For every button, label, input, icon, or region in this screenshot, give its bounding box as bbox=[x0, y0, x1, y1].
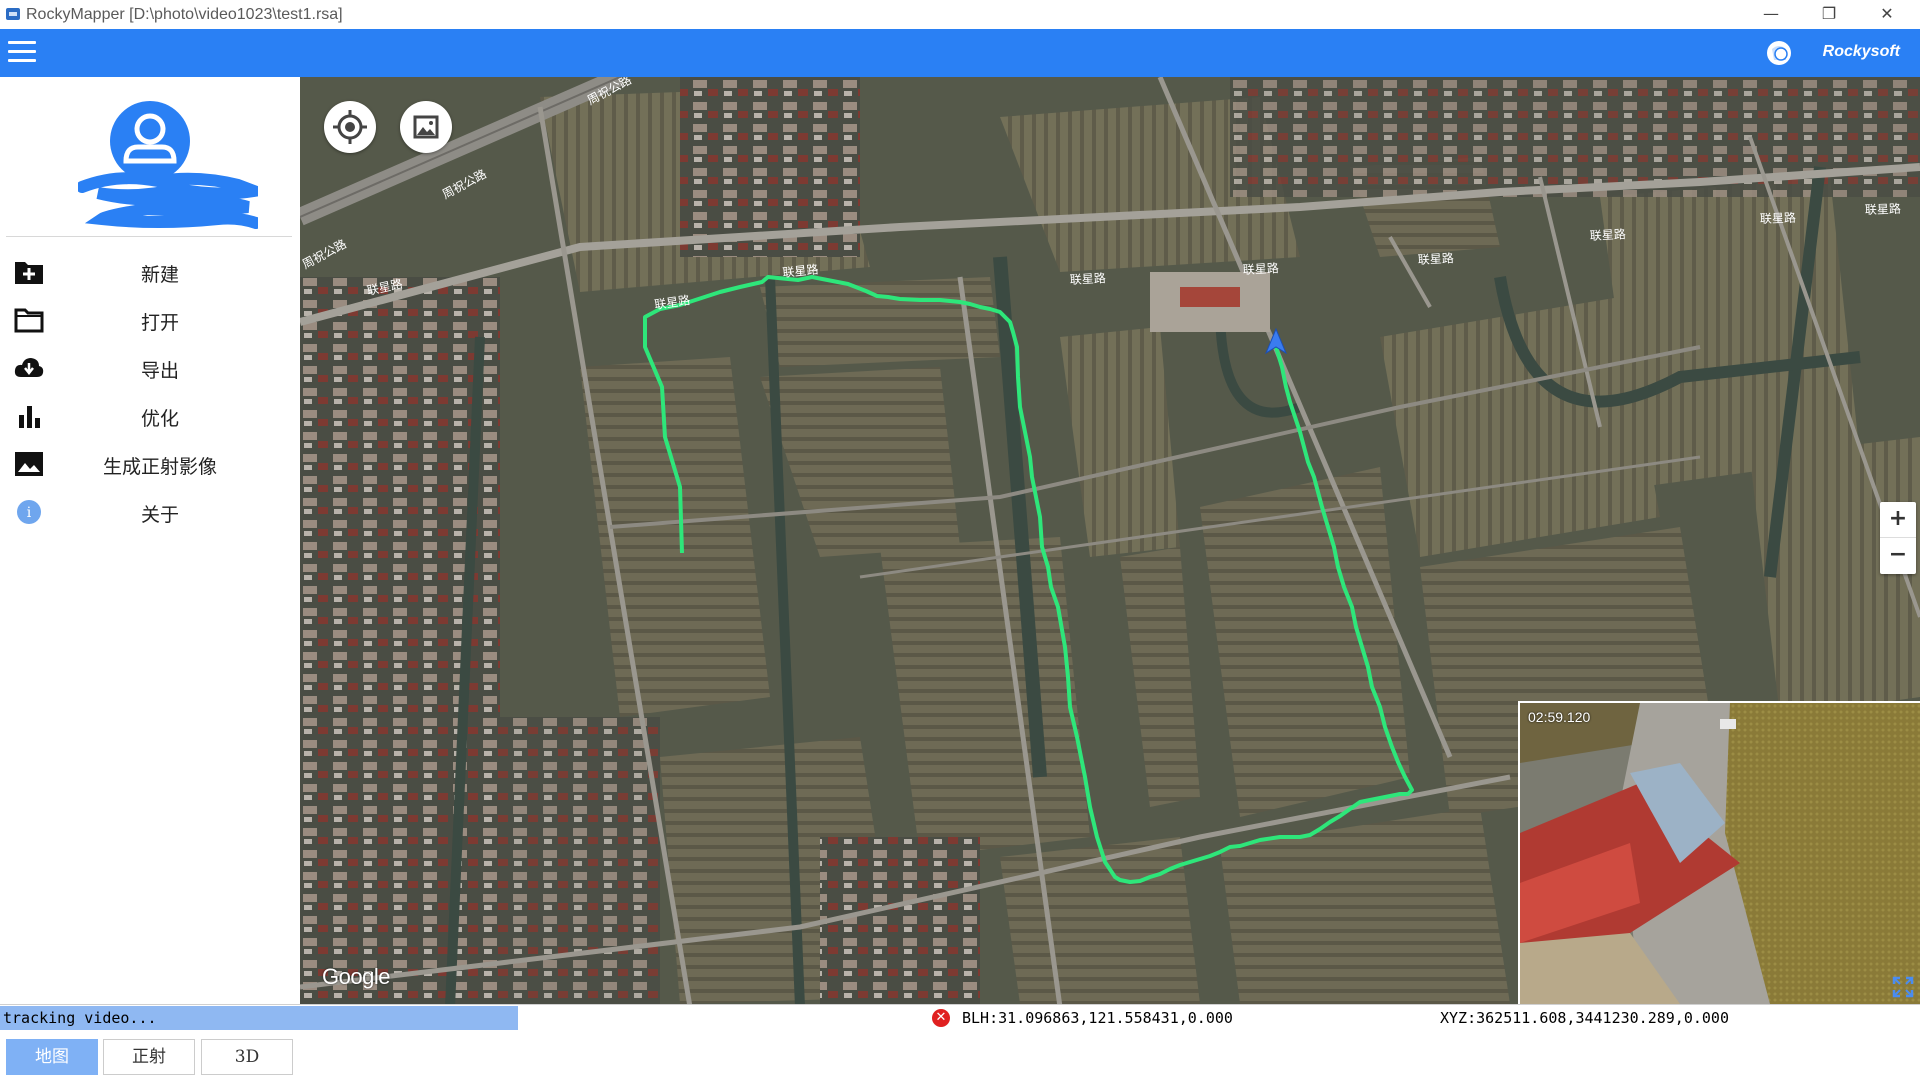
folder-icon bbox=[14, 308, 44, 333]
tab-map[interactable]: 地图 bbox=[6, 1039, 98, 1075]
bar-chart-icon bbox=[19, 406, 40, 428]
sidebar-item-label: 生成正射影像 bbox=[102, 456, 217, 478]
tab-3d[interactable]: 3D bbox=[201, 1039, 293, 1075]
sidebar-item-open[interactable]: 打开 bbox=[0, 295, 300, 343]
hamburger-menu-icon[interactable] bbox=[8, 41, 38, 63]
restore-button[interactable]: ❐ bbox=[1806, 0, 1852, 29]
sidebar: 新建 打开 导出 优化 生成正射影像 i 关于 地图 正射 3D bbox=[0, 77, 301, 1075]
image-icon bbox=[15, 452, 43, 476]
status-message: tracking video... bbox=[3, 1009, 157, 1027]
fullscreen-icon[interactable] bbox=[1892, 976, 1914, 998]
svg-text:i: i bbox=[27, 505, 32, 521]
add-folder-icon bbox=[15, 262, 43, 284]
blh-coordinates: BLH:31.096863,121.558431,0.000 bbox=[962, 1009, 1233, 1027]
rockysoft-logo-icon bbox=[1767, 41, 1791, 65]
info-icon: i bbox=[17, 500, 41, 524]
video-preview[interactable]: 02:59.120 bbox=[1518, 701, 1920, 1004]
xyz-coordinates: XYZ:362511.608,3441230.289,0.000 bbox=[1440, 1009, 1729, 1027]
redaction-scribble bbox=[78, 172, 258, 229]
status-bar: tracking video... ✕ BLH:31.096863,121.55… bbox=[0, 1004, 1920, 1031]
crosshair-icon bbox=[333, 110, 367, 144]
close-button[interactable]: ✕ bbox=[1864, 0, 1910, 29]
image-layer-button[interactable] bbox=[400, 101, 452, 153]
locate-button[interactable] bbox=[324, 101, 376, 153]
sidebar-item-new[interactable]: 新建 bbox=[0, 247, 300, 295]
zoom-out-button[interactable]: − bbox=[1880, 538, 1916, 573]
sidebar-item-export[interactable]: 导出 bbox=[0, 343, 300, 391]
sidebar-item-generate-ortho[interactable]: 生成正射影像 bbox=[0, 439, 300, 487]
cloud-download-icon bbox=[14, 358, 44, 377]
sidebar-item-label: 关于 bbox=[140, 504, 179, 526]
window-title-bar: RockyMapper [D:\photo\video1023\test1.rs… bbox=[0, 0, 1920, 29]
user-avatar[interactable] bbox=[78, 91, 258, 231]
video-timestamp: 02:59.120 bbox=[1528, 709, 1591, 725]
tab-ortho[interactable]: 正射 bbox=[103, 1039, 195, 1075]
sidebar-item-optimize[interactable]: 优化 bbox=[0, 391, 300, 439]
google-attribution: Google bbox=[322, 964, 390, 989]
sidebar-item-label: 新建 bbox=[140, 264, 179, 286]
image-icon bbox=[413, 115, 439, 139]
zoom-in-button[interactable]: + bbox=[1880, 502, 1916, 538]
sidebar-menu: 新建 打开 导出 优化 生成正射影像 i 关于 bbox=[0, 247, 300, 535]
minimize-button[interactable]: — bbox=[1748, 0, 1794, 29]
brand-name: Rockysoft bbox=[1822, 43, 1900, 60]
satellite-map[interactable]: 周祝公路 周祝公路 周祝公路 联星路 联星路 联星路 联星路 联星路 联星路 联… bbox=[300, 77, 1920, 1004]
sidebar-item-label: 导出 bbox=[140, 360, 179, 382]
sidebar-item-label: 优化 bbox=[140, 408, 179, 430]
error-icon: ✕ bbox=[932, 1009, 950, 1027]
app-header: Rockysoft bbox=[0, 29, 1920, 77]
sidebar-divider bbox=[6, 236, 292, 237]
zoom-control: + − bbox=[1880, 502, 1916, 574]
app-icon bbox=[6, 8, 20, 20]
sidebar-item-label: 打开 bbox=[140, 312, 179, 334]
brand: Rockysoft bbox=[1760, 40, 1900, 66]
view-tabs: 地图 正射 3D bbox=[6, 1039, 294, 1075]
sidebar-item-about[interactable]: i 关于 bbox=[0, 487, 300, 535]
video-frame bbox=[1520, 703, 1920, 1004]
window-title: RockyMapper [D:\photo\video1023\test1.rs… bbox=[26, 6, 343, 23]
